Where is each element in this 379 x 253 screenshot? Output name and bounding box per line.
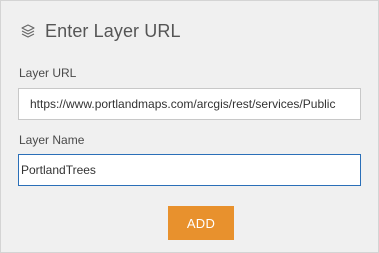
layer-name-label: Layer Name: [19, 133, 85, 147]
layer-name-input[interactable]: [18, 154, 361, 186]
layer-url-label: Layer URL: [19, 66, 77, 80]
add-button[interactable]: ADD: [168, 206, 234, 240]
page-title: Enter Layer URL: [45, 20, 181, 41]
panel-header: Enter Layer URL: [20, 19, 181, 43]
enter-layer-url-panel: Enter Layer URL Layer URL Layer Name ADD: [0, 0, 379, 253]
layers-icon: [20, 23, 36, 39]
layer-url-input[interactable]: [18, 88, 361, 120]
